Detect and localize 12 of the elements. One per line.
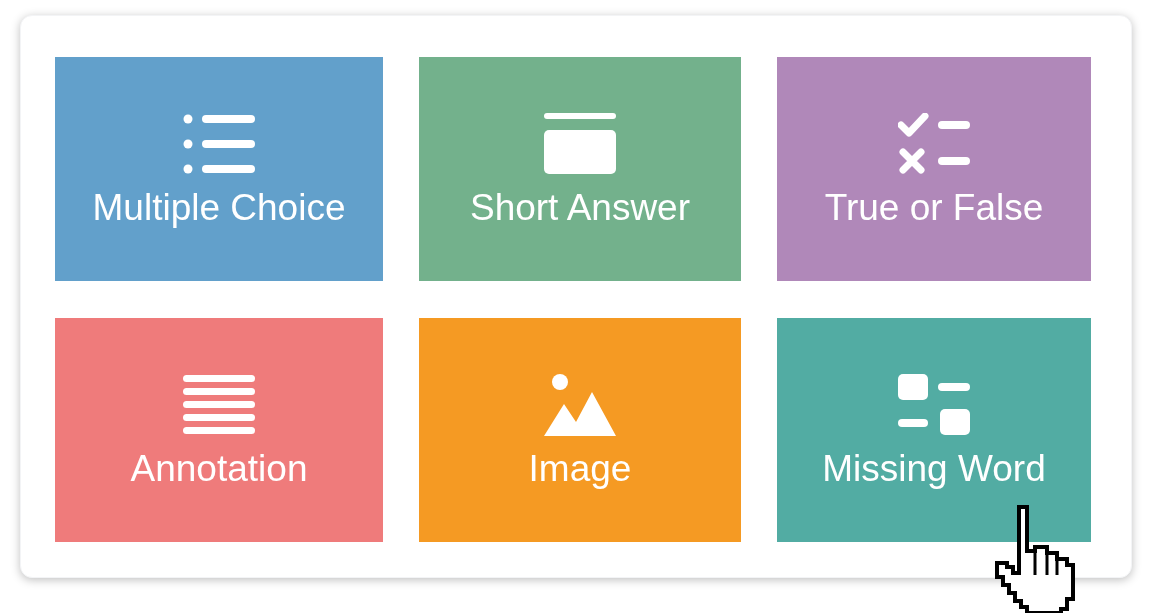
question-type-tile[interactable]: Annotation bbox=[55, 318, 383, 542]
list-icon bbox=[183, 112, 255, 175]
question-type-tile[interactable]: Missing Word bbox=[777, 318, 1091, 542]
question-type-tile[interactable]: Image bbox=[419, 318, 741, 542]
window-icon bbox=[544, 112, 616, 175]
checklist-icon bbox=[898, 112, 970, 175]
question-type-tile[interactable]: Short Answer bbox=[419, 57, 741, 281]
blocks-icon bbox=[898, 373, 970, 436]
question-type-tile[interactable]: Multiple Choice bbox=[55, 57, 383, 281]
text-lines-icon bbox=[183, 373, 255, 436]
question-type-tile[interactable]: True or False bbox=[777, 57, 1091, 281]
image-icon bbox=[544, 373, 616, 436]
